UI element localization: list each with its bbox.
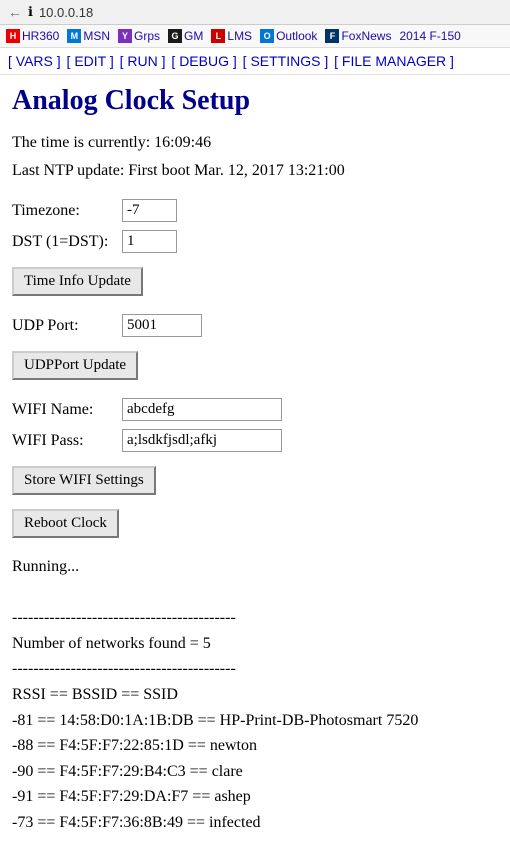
wifi-pass-row: WIFI Pass:: [12, 429, 498, 452]
nav-run[interactable]: [ RUN ]: [120, 53, 166, 69]
url-display: 10.0.0.18: [39, 5, 502, 20]
page-content: Analog Clock Setup The time is currently…: [0, 75, 510, 846]
nav-vars[interactable]: [ VARS ]: [8, 53, 61, 69]
bookmark-foxnews[interactable]: F FoxNews: [323, 28, 393, 44]
timezone-input[interactable]: [122, 199, 177, 222]
udp-port-label: UDP Port:: [12, 317, 122, 335]
reboot-clock-button[interactable]: Reboot Clock: [12, 509, 119, 538]
nav-file-manager[interactable]: [ FILE MANAGER ]: [334, 53, 454, 69]
info-icon: ℹ: [28, 4, 33, 20]
time-update-button[interactable]: Time Info Update: [12, 267, 143, 296]
page-title: Analog Clock Setup: [12, 85, 498, 117]
wifi-name-label: WIFI Name:: [12, 401, 122, 419]
outlook-icon: O: [260, 29, 274, 43]
udp-section: UDP Port:: [12, 314, 498, 337]
nav-settings[interactable]: [ SETTINGS ]: [243, 53, 329, 69]
udp-update-button[interactable]: UDPPort Update: [12, 351, 138, 380]
timezone-label: Timezone:: [12, 202, 122, 220]
dst-row: DST (1=DST):: [12, 230, 498, 253]
udp-port-row: UDP Port:: [12, 314, 498, 337]
nav-debug[interactable]: [ DEBUG ]: [171, 53, 236, 69]
timezone-row: Timezone:: [12, 199, 498, 222]
wifi-name-input[interactable]: [122, 398, 282, 421]
udp-port-input[interactable]: [122, 314, 202, 337]
foxnews-icon: F: [325, 29, 339, 43]
wifi-pass-input[interactable]: [122, 429, 282, 452]
output-text: Running... -----------------------------…: [12, 554, 498, 836]
gm-icon: G: [168, 29, 182, 43]
bookmarks-bar: H HR360 M MSN Y Grps G GM L LMS O Outloo…: [0, 25, 510, 48]
grps-icon: Y: [118, 29, 132, 43]
hr360-icon: H: [6, 29, 20, 43]
store-wifi-button[interactable]: Store WIFI Settings: [12, 466, 156, 495]
bookmark-outlook[interactable]: O Outlook: [258, 28, 319, 44]
bookmark-hr360[interactable]: H HR360: [4, 28, 61, 44]
dst-input[interactable]: [122, 230, 177, 253]
lms-icon: L: [211, 29, 225, 43]
bookmark-msn[interactable]: M MSN: [65, 28, 112, 44]
dst-label: DST (1=DST):: [12, 233, 122, 251]
nav-bar: [ VARS ] [ EDIT ] [ RUN ] [ DEBUG ] [ SE…: [0, 48, 510, 75]
browser-bar: ← ℹ 10.0.0.18: [0, 0, 510, 25]
time-line1: The time is currently: 16:09:46: [12, 131, 498, 155]
nav-edit[interactable]: [ EDIT ]: [67, 53, 114, 69]
bookmark-grps[interactable]: Y Grps: [116, 28, 162, 44]
wifi-section: WIFI Name: WIFI Pass:: [12, 398, 498, 452]
wifi-name-row: WIFI Name:: [12, 398, 498, 421]
bookmark-gm[interactable]: G GM: [166, 28, 205, 44]
time-line2: Last NTP update: First boot Mar. 12, 201…: [12, 159, 498, 183]
msn-icon: M: [67, 29, 81, 43]
wifi-pass-label: WIFI Pass:: [12, 432, 122, 450]
back-button[interactable]: ←: [8, 4, 22, 20]
bookmark-f150[interactable]: 2014 F-150: [397, 28, 462, 44]
bookmark-lms[interactable]: L LMS: [209, 28, 254, 44]
timezone-section: Timezone: DST (1=DST):: [12, 199, 498, 253]
